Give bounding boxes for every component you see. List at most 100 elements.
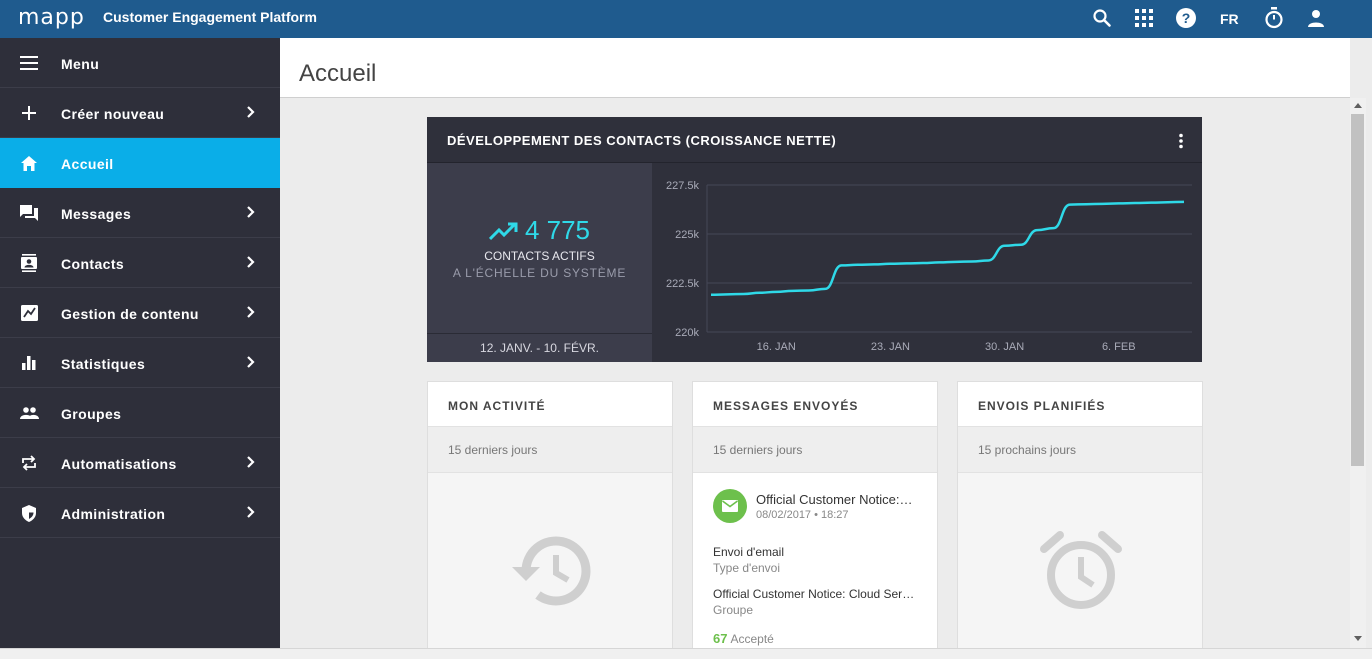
user-icon[interactable]: [1304, 6, 1328, 30]
chevron-right-icon: [247, 256, 255, 268]
message-title[interactable]: Official Customer Notice: Cloud Services: [756, 492, 916, 507]
more-options-icon[interactable]: [1177, 133, 1185, 149]
chevron-right-icon: [247, 206, 255, 218]
svg-text:?: ?: [1182, 10, 1191, 26]
trending-up-icon: [488, 222, 518, 241]
sidebar-item-label: Accueil: [61, 156, 114, 172]
accepted-count: 67: [713, 631, 728, 646]
sidebar-item-groups[interactable]: Groupes: [0, 388, 280, 438]
x-tick-label: 30. JAN: [985, 341, 1024, 353]
card-body: [428, 473, 672, 648]
y-tick-label: 227.5k: [666, 180, 700, 192]
page-header: Accueil: [280, 38, 1350, 98]
plus-icon: [19, 103, 39, 123]
search-icon[interactable]: [1090, 6, 1114, 30]
card-title: MON ACTIVITÉ: [448, 399, 546, 413]
sidebar-item-administration[interactable]: Administration: [0, 488, 280, 538]
growth-value-row: 4 775: [427, 215, 652, 246]
chevron-right-icon: [247, 456, 255, 468]
card-header: MON ACTIVITÉ: [428, 382, 672, 427]
top-bar: mapp Customer Engagement Platform ? FR: [0, 0, 1372, 38]
sidebar-item-contacts[interactable]: Contacts: [0, 238, 280, 288]
shield-icon: [19, 503, 39, 523]
series-line: [710, 200, 1185, 297]
language-switch[interactable]: FR: [1220, 11, 1239, 27]
card-title: ENVOIS PLANIFIÉS: [978, 399, 1106, 413]
contacts-icon: [19, 253, 39, 273]
scroll-down-arrow[interactable]: [1354, 636, 1362, 641]
timer-icon[interactable]: [1262, 6, 1286, 30]
message-date: 08/02/2017 • 18:27: [756, 509, 849, 521]
sidebar-item-home[interactable]: Accueil: [0, 138, 280, 188]
chevron-right-icon: [247, 106, 255, 118]
mapp-logo[interactable]: mapp: [18, 5, 85, 30]
card-period: 15 derniers jours: [428, 427, 672, 473]
bottom-status-strip: [0, 648, 1372, 659]
mail-icon: [713, 489, 747, 523]
sent-messages-card: MESSAGES ENVOYÉS 15 derniers jours Offic…: [692, 381, 938, 648]
x-tick-label: 6. FEB: [1102, 341, 1136, 353]
app-title: Customer Engagement Platform: [103, 9, 317, 25]
repeat-icon: [19, 453, 39, 473]
content-icon: [19, 303, 39, 323]
chevron-right-icon: [247, 306, 255, 318]
card-header: MESSAGES ENVOYÉS: [693, 382, 937, 427]
group-label: Groupe: [713, 603, 754, 617]
page-scrollbar[interactable]: [1350, 98, 1366, 648]
card-period: 15 prochains jours: [958, 427, 1202, 473]
card-period: 15 derniers jours: [693, 427, 937, 473]
y-tick-label: 225k: [675, 229, 699, 241]
sidebar-item-label: Statistiques: [61, 356, 146, 372]
message-item[interactable]: Official Customer Notice: Cloud Services…: [693, 473, 937, 648]
sidebar-item-label: Messages: [61, 206, 132, 222]
send-type-label: Type d'envoi: [713, 561, 781, 575]
widget-header: DÉVELOPPEMENT DES CONTACTS (CROISSANCE N…: [427, 117, 1202, 163]
contacts-growth-chart: 227.5k 225k 222.5k 220k 16. JAN 23. JAN 30. JA…: [666, 180, 1192, 353]
scrollbar-thumb[interactable]: [1351, 114, 1364, 466]
history-icon: [512, 536, 591, 606]
sidebar-item-content-management[interactable]: Gestion de contenu: [0, 288, 280, 338]
page-title: Accueil: [299, 60, 377, 87]
card-period-label: 15 derniers jours: [713, 443, 803, 457]
scope-label: A L'ÉCHELLE DU SYSTÈME: [452, 266, 627, 280]
sidebar-item-label: Automatisations: [61, 456, 177, 472]
sidebar-item-messages[interactable]: Messages: [0, 188, 280, 238]
card-period-label: 15 prochains jours: [978, 443, 1077, 457]
widget-title: DÉVELOPPEMENT DES CONTACTS (CROISSANCE N…: [447, 133, 837, 148]
accepted-label: Accepté: [730, 632, 774, 646]
contacts-growth-widget: DÉVELOPPEMENT DES CONTACTS (CROISSANCE N…: [427, 117, 1202, 362]
hamburger-icon: [19, 53, 39, 73]
help-icon[interactable]: ?: [1174, 6, 1198, 30]
y-tick-label: 220k: [675, 327, 699, 339]
sidebar-item-create-new[interactable]: Créer nouveau: [0, 88, 280, 138]
group-value: Official Customer Notice: Cloud Services: [713, 587, 919, 601]
sidebar-item-label: Gestion de contenu: [61, 306, 199, 322]
chevron-right-icon: [247, 506, 255, 518]
y-tick-label: 222.5k: [666, 278, 700, 290]
sidebar-item-label: Menu: [61, 56, 100, 72]
x-tick-label: 16. JAN: [757, 341, 796, 353]
sidebar-item-label: Contacts: [61, 256, 125, 272]
scheduled-sends-card: ENVOIS PLANIFIÉS 15 prochains jours: [957, 381, 1203, 648]
card-header: ENVOIS PLANIFIÉS: [958, 382, 1202, 427]
my-activity-card: MON ACTIVITÉ 15 derniers jours: [427, 381, 673, 648]
main-content: Accueil DÉVELOPPEMENT DES CONTACTS (CROI…: [280, 38, 1350, 648]
home-icon: [19, 153, 39, 173]
sidebar-item-label: Administration: [61, 506, 166, 522]
apps-grid-icon[interactable]: [1132, 6, 1156, 30]
sidebar-item-menu[interactable]: Menu: [0, 38, 280, 88]
card-body: [958, 473, 1202, 648]
chevron-right-icon: [247, 356, 255, 368]
scroll-up-arrow[interactable]: [1354, 103, 1362, 108]
sidebar-item-label: Groupes: [61, 406, 122, 422]
sidebar-item-statistics[interactable]: Statistiques: [0, 338, 280, 388]
x-tick-label: 23. JAN: [871, 341, 910, 353]
sidebar-item-label: Créer nouveau: [61, 106, 165, 122]
sidebar-item-automations[interactable]: Automatisations: [0, 438, 280, 488]
send-type-value: Envoi d'email: [713, 545, 784, 559]
sidebar: Menu Créer nouveau Accueil Messages Cont…: [0, 38, 280, 659]
date-range: 12. JANV. - 10. FÉVR.: [427, 333, 652, 362]
growth-summary-panel: 4 775 CONTACTS ACTIFS A L'ÉCHELLE DU SYS…: [427, 163, 652, 362]
growth-value: 4 775: [524, 215, 591, 245]
accepted-stat: 67 Accepté: [713, 631, 774, 646]
